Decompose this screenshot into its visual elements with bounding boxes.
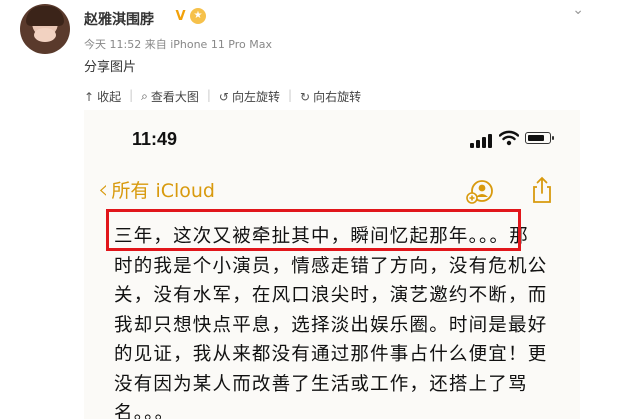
search-icon: ⌕ <box>141 89 148 103</box>
rotate-right-icon: ↻ <box>300 89 311 104</box>
medal-icon: ★ <box>190 8 206 24</box>
rotate-left-button[interactable]: ↺ 向左旋转 <box>219 88 280 105</box>
add-person-icon[interactable] <box>466 178 494 206</box>
divider: | <box>288 88 293 102</box>
view-large-label: 查看大图 <box>150 90 199 104</box>
note-line: 时的我是个小演员，情感走错了方向，没有危机公 <box>114 255 548 277</box>
avatar[interactable] <box>20 4 70 54</box>
collapse-button[interactable]: ↑ 收起 <box>84 88 121 105</box>
note-line: 我却只想快点平息，选择淡出娱乐圈。时间是最好 <box>114 314 548 336</box>
back-button[interactable]: ‹ 所有 iCloud <box>98 176 215 203</box>
rotate-left-label: 向左旋转 <box>231 90 280 104</box>
share-icon[interactable] <box>530 176 554 204</box>
collapse-icon: ↑ <box>84 89 95 104</box>
divider: | <box>206 88 211 102</box>
cellular-signal-icon <box>470 134 492 148</box>
note-line: 的见证，我从来都没有通过那件事占什么便宜！更 <box>114 344 548 365</box>
post-caption: 分享图片 <box>84 60 137 75</box>
chevron-down-icon[interactable]: ⌄ <box>572 2 584 18</box>
chevron-left-icon: ‹ <box>98 174 109 205</box>
user-badges: V ★ <box>173 8 206 24</box>
back-label: 所有 iCloud <box>111 180 215 202</box>
username[interactable]: 赵雅淇围脖 <box>84 9 154 29</box>
collapse-label: 收起 <box>97 90 122 104</box>
wifi-icon <box>499 130 519 146</box>
battery-level <box>527 134 544 141</box>
rotate-left-icon: ↺ <box>218 89 229 104</box>
note-line: 没有因为某人而改善了生活或工作，还搭上了骂 <box>114 373 528 395</box>
highlight-box <box>106 209 521 251</box>
rotate-right-button[interactable]: ↻ 向右旋转 <box>300 88 361 105</box>
divider: | <box>129 88 134 102</box>
battery-icon <box>525 132 554 144</box>
shared-image[interactable]: 11:49 ‹ 所有 iCloud 三年，这次又被牵扯其中，瞬间忆起那年。。。那… <box>84 110 580 419</box>
note-text: 三年，这次又被牵扯其中，瞬间忆起那年。。。那 时的我是个小演员，情感走错了方向，没… <box>114 222 564 419</box>
note-line: 关，没有水军，在风口浪尖时，演艺邀约不断，而 <box>114 285 548 306</box>
avatar-face <box>34 28 56 42</box>
note-line: 名。。。 <box>114 403 175 419</box>
image-toolbar: ↑ 收起 | ⌕ 查看大图 | ↺ 向左旋转 | ↻ 向右旋转 <box>84 88 369 105</box>
avatar-hair <box>26 6 64 26</box>
status-time: 11:49 <box>132 129 178 149</box>
rotate-right-label: 向右旋转 <box>313 90 362 104</box>
post-meta: 今天 11:52 来自 iPhone 11 Pro Max <box>84 38 272 51</box>
verified-badge-icon: V <box>175 8 186 24</box>
view-large-button[interactable]: ⌕ 查看大图 <box>141 88 199 105</box>
